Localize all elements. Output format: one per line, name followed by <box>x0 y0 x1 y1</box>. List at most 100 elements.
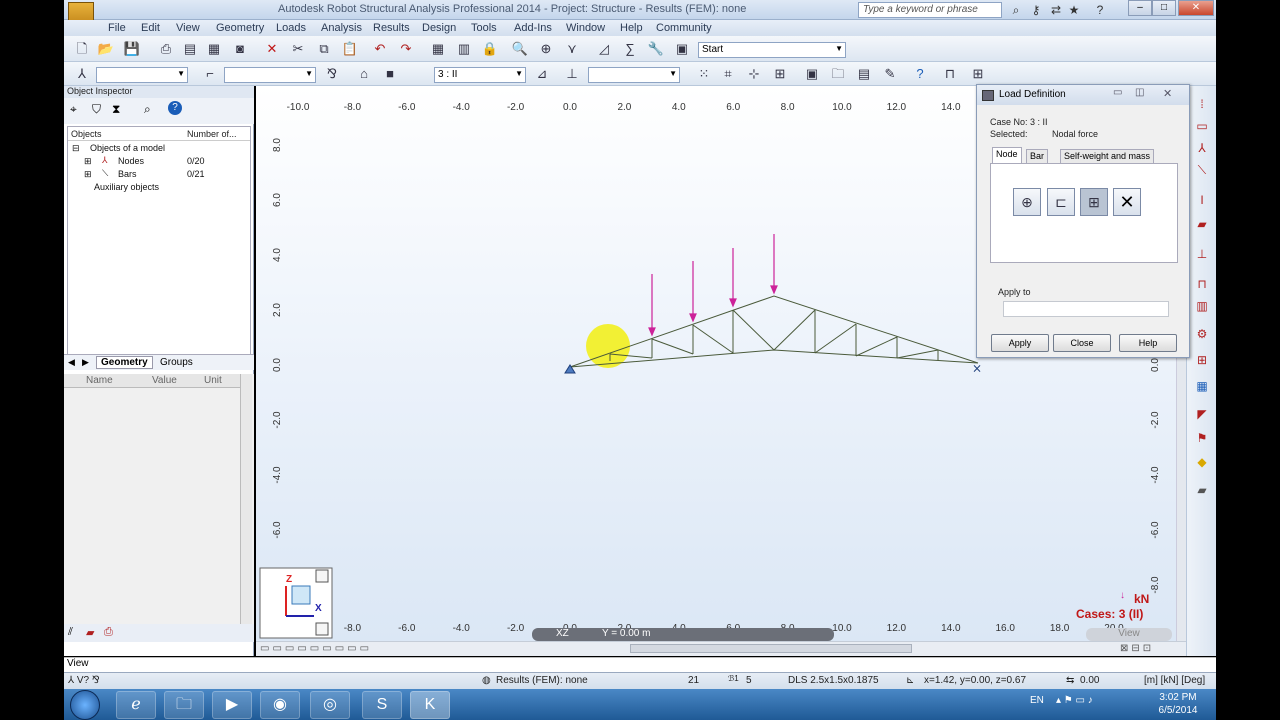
tab-scroll-right-icon[interactable]: ▶ <box>82 357 89 368</box>
screen-capture-icon[interactable]: ◙ <box>230 39 250 59</box>
release-icon[interactable]: ⊓ <box>1193 276 1211 292</box>
case-color-icon[interactable]: ■ <box>380 64 400 84</box>
search-input[interactable]: Type a keyword or phrase <box>858 2 1002 18</box>
tree-item-nodes[interactable]: Nodes <box>118 156 144 166</box>
undo-icon[interactable]: ↶ <box>370 39 390 59</box>
minimize-button[interactable]: – <box>1128 0 1152 16</box>
new-file-icon[interactable]: 🗋 <box>72 39 92 59</box>
menu-file[interactable]: File <box>108 22 126 34</box>
dialog-close-button[interactable]: ✕ <box>1163 87 1172 100</box>
plane-label[interactable]: XZ <box>556 628 569 639</box>
tab-node[interactable]: Node <box>992 147 1022 163</box>
structural-axis-icon[interactable]: ⌗ <box>718 64 738 84</box>
nodal-force-icon[interactable]: ⊕ <box>1013 188 1041 216</box>
properties-scrollbar[interactable] <box>240 374 252 624</box>
tree-expander[interactable]: ⊞ <box>84 169 92 180</box>
view-field[interactable]: View <box>64 657 1216 672</box>
view-tag[interactable]: View <box>1086 628 1172 641</box>
load-case-icon[interactable]: ⊿ <box>532 64 552 84</box>
menu-view[interactable]: View <box>176 22 200 34</box>
horizontal-scrollbar-thumb[interactable] <box>630 644 912 653</box>
close-button[interactable]: ✕ <box>1178 0 1214 16</box>
menu-help[interactable]: Help <box>620 22 643 34</box>
tree-icon[interactable]: ⌖ <box>70 102 77 117</box>
search-icon[interactable]: ⌕ <box>144 102 151 117</box>
calculations-icon[interactable]: ∑ <box>620 39 640 59</box>
open-file-icon[interactable]: 📂 <box>96 39 116 59</box>
print-icon[interactable]: ⎙ <box>104 626 113 639</box>
menu-results[interactable]: Results <box>373 22 410 34</box>
dialog-maximize-button[interactable]: ◫ <box>1135 87 1144 98</box>
mode-icon[interactable]: ⊥ <box>562 64 582 84</box>
close-dialog-button[interactable]: Close <box>1053 334 1111 352</box>
calculator-icon[interactable]: ▤ <box>854 64 874 84</box>
units-status[interactable]: [m] [kN] [Deg] <box>1144 675 1205 686</box>
tab-groups[interactable]: Groups <box>160 357 193 368</box>
load-case-combo[interactable]: 3 : II ▼ <box>434 67 526 83</box>
filter-icon[interactable]: ⛉ <box>92 102 101 117</box>
save-icon[interactable]: 💾 <box>122 39 142 59</box>
skype-taskbar-icon[interactable]: S <box>362 691 402 719</box>
delete-load-icon[interactable]: ✕ <box>1113 188 1141 216</box>
node-selection-icon[interactable]: ⅄ <box>72 64 92 84</box>
menu-geometry[interactable]: Geometry <box>216 22 264 34</box>
menu-design[interactable]: Design <box>422 22 456 34</box>
copy-icon[interactable]: ⧉ <box>314 39 334 59</box>
tab-geometry[interactable]: Geometry <box>96 356 153 369</box>
favorites-star-icon[interactable]: ★ <box>1066 2 1082 18</box>
supports-tool-icon[interactable]: ⅄ <box>1193 140 1211 156</box>
grid-structure-icon[interactable]: ▥ <box>1193 298 1211 314</box>
menu-add-ins[interactable]: Add-Ins <box>514 22 552 34</box>
nodal-loads[interactable] <box>648 234 778 337</box>
binoculars-icon[interactable]: ⌕ <box>1008 2 1024 18</box>
wrench-icon[interactable]: 🔧 <box>646 39 666 59</box>
truss-diagonal[interactable] <box>896 349 939 359</box>
imposed-displacement-icon[interactable]: ⊏ <box>1047 188 1075 216</box>
truss[interactable] <box>569 295 979 368</box>
layout-selector[interactable]: Start ▼ <box>698 42 846 58</box>
language-indicator[interactable]: EN <box>1030 695 1044 706</box>
truss-diagonal[interactable] <box>773 309 816 351</box>
cut-icon[interactable]: ✂ <box>288 39 308 59</box>
tree-item-bars[interactable]: Bars <box>118 169 137 179</box>
mode-combo[interactable]: ▼ <box>588 67 680 83</box>
bar-numbers-icon[interactable]: ⊞ <box>770 64 790 84</box>
table-icon[interactable]: ▦ <box>428 39 448 59</box>
truss-diagonal[interactable] <box>732 309 775 351</box>
node-numbers-icon[interactable]: ⊹ <box>744 64 764 84</box>
objects-column-header[interactable]: Objects <box>71 129 102 139</box>
load-tool-icon[interactable]: ◆ <box>1193 454 1211 470</box>
view-grid-icon[interactable]: ⊞ <box>968 64 988 84</box>
node-selection-combo[interactable]: ▼ <box>96 67 188 83</box>
material-tool-icon[interactable]: ▰ <box>1193 216 1211 232</box>
menu-community[interactable]: Community <box>656 22 712 34</box>
view-nav-icons[interactable]: ⊠⊟⊡ <box>1120 643 1154 654</box>
roller-support-icon[interactable]: ⨯ <box>972 361 982 375</box>
section-tool-icon[interactable]: I <box>1193 192 1211 208</box>
bar-selection-combo[interactable]: ▼ <box>224 67 316 83</box>
bar-selection-icon[interactable]: ⌐ <box>200 64 220 84</box>
tree-item-auxiliary-objects[interactable]: Auxiliary objects <box>94 182 159 192</box>
case-icon[interactable]: ⌂ <box>354 64 374 84</box>
menu-window[interactable]: Window <box>566 22 605 34</box>
spreadsheet-icon[interactable]: ▥ <box>454 39 474 59</box>
cables-icon[interactable]: ⊞ <box>1193 352 1211 368</box>
display-icon[interactable]: ▣ <box>802 64 822 84</box>
measure-icon[interactable]: ⊓ <box>940 64 960 84</box>
redo-icon[interactable]: ↷ <box>396 39 416 59</box>
view-mode-icons[interactable]: ▭▭▭▭▭▭▭▭▭ <box>260 643 372 654</box>
menu-tools[interactable]: Tools <box>471 22 497 34</box>
maximize-button[interactable]: □ <box>1152 0 1176 16</box>
pin-icon[interactable]: ⫽ <box>68 626 73 639</box>
structure-view-icon[interactable]: ⋎ <box>562 39 582 59</box>
truss-diagonal[interactable] <box>814 323 857 354</box>
view-plane-bar[interactable] <box>532 628 834 641</box>
media-player-taskbar-icon[interactable]: ▶ <box>212 691 252 719</box>
delete-icon[interactable]: ✕ <box>262 39 282 59</box>
chrome-taskbar-icon[interactable]: ◎ <box>310 691 350 719</box>
paste-icon[interactable]: 📋 <box>340 39 360 59</box>
properties-icon[interactable]: ◿ <box>594 39 614 59</box>
tab-scroll-left-icon[interactable]: ◀ <box>68 357 75 368</box>
zoom-all-icon[interactable]: ⊕ <box>536 39 556 59</box>
tree-expander[interactable]: ⊟ <box>72 143 80 154</box>
